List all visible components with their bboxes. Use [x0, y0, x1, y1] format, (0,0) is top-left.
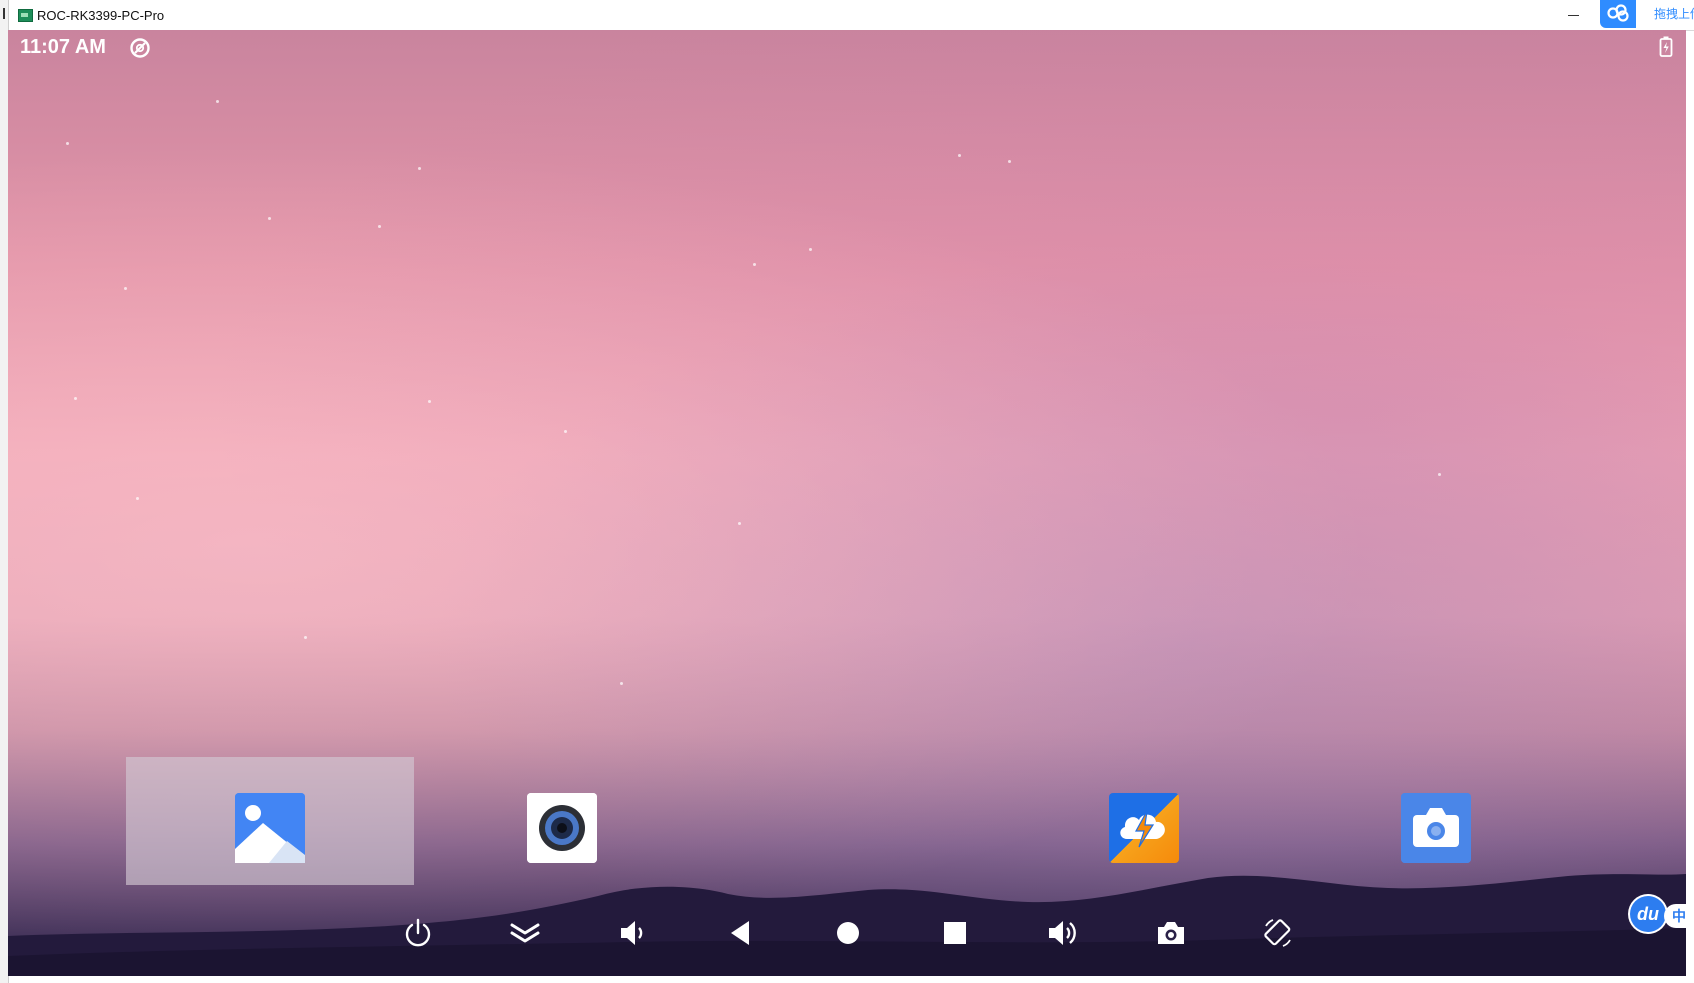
back-icon: [731, 921, 749, 945]
recents-icon: [944, 922, 966, 944]
status-time: 11:07 AM: [20, 36, 106, 58]
star: [66, 142, 69, 145]
star: [304, 636, 307, 639]
booster-app[interactable]: [1109, 793, 1179, 863]
star: [124, 287, 127, 290]
star: [753, 263, 756, 266]
home-icon: [837, 922, 859, 944]
star: [738, 522, 741, 525]
star: [74, 397, 77, 400]
star: [428, 400, 431, 403]
battery-charging-icon: [1659, 36, 1673, 57]
star: [958, 154, 961, 157]
edge-mark: [3, 8, 5, 19]
power-icon: [405, 918, 431, 947]
star: [564, 430, 567, 433]
back-button[interactable]: [721, 913, 761, 953]
star: [378, 225, 381, 228]
volume-down-button[interactable]: [613, 913, 653, 953]
star: [418, 167, 421, 170]
volume-up-icon: [1049, 921, 1076, 945]
cloud-upload-button[interactable]: [1600, 0, 1636, 28]
minimize-button[interactable]: [1560, 3, 1588, 27]
recents-button[interactable]: [935, 913, 975, 953]
screenshot-button[interactable]: [1151, 913, 1191, 953]
speaker-icon: [527, 793, 597, 863]
camera-app[interactable]: [1401, 793, 1471, 863]
app-window-icon: [18, 9, 33, 22]
music-app[interactable]: [527, 793, 597, 863]
star: [268, 217, 271, 220]
window-title: ROC-RK3399-PC-Pro: [37, 8, 165, 23]
ime-du-badge[interactable]: du: [1630, 896, 1666, 932]
notifications-button[interactable]: [505, 913, 545, 953]
star: [216, 100, 219, 103]
gallery-app[interactable]: [235, 793, 305, 863]
star: [809, 248, 812, 251]
volume-up-button[interactable]: [1043, 913, 1083, 953]
window-titlebar: ROC-RK3399-PC-Pro 拖拽上传: [0, 0, 1694, 31]
ime-language-toggle[interactable]: 中: [1664, 904, 1694, 928]
navigation-bar: [8, 898, 1686, 976]
rotate-button[interactable]: [1258, 913, 1298, 953]
star: [136, 497, 139, 500]
star: [1438, 473, 1441, 476]
star: [620, 682, 623, 685]
cloud-icon: [1607, 4, 1629, 22]
cloud-bolt-icon: [1109, 793, 1179, 863]
volume-down-icon: [621, 921, 643, 945]
camera-icon: [1158, 922, 1184, 944]
power-button[interactable]: [398, 913, 438, 953]
expand-down-icon: [510, 923, 540, 943]
data-saver-icon: [130, 38, 150, 58]
rotate-icon: [1264, 919, 1291, 947]
star: [1008, 160, 1011, 163]
android-screen[interactable]: 11:07 AM: [8, 30, 1686, 976]
upload-drag-label[interactable]: 拖拽上传: [1654, 5, 1694, 22]
camera-icon: [1401, 793, 1471, 863]
home-button[interactable]: [828, 913, 868, 953]
gallery-icon: [235, 793, 305, 863]
